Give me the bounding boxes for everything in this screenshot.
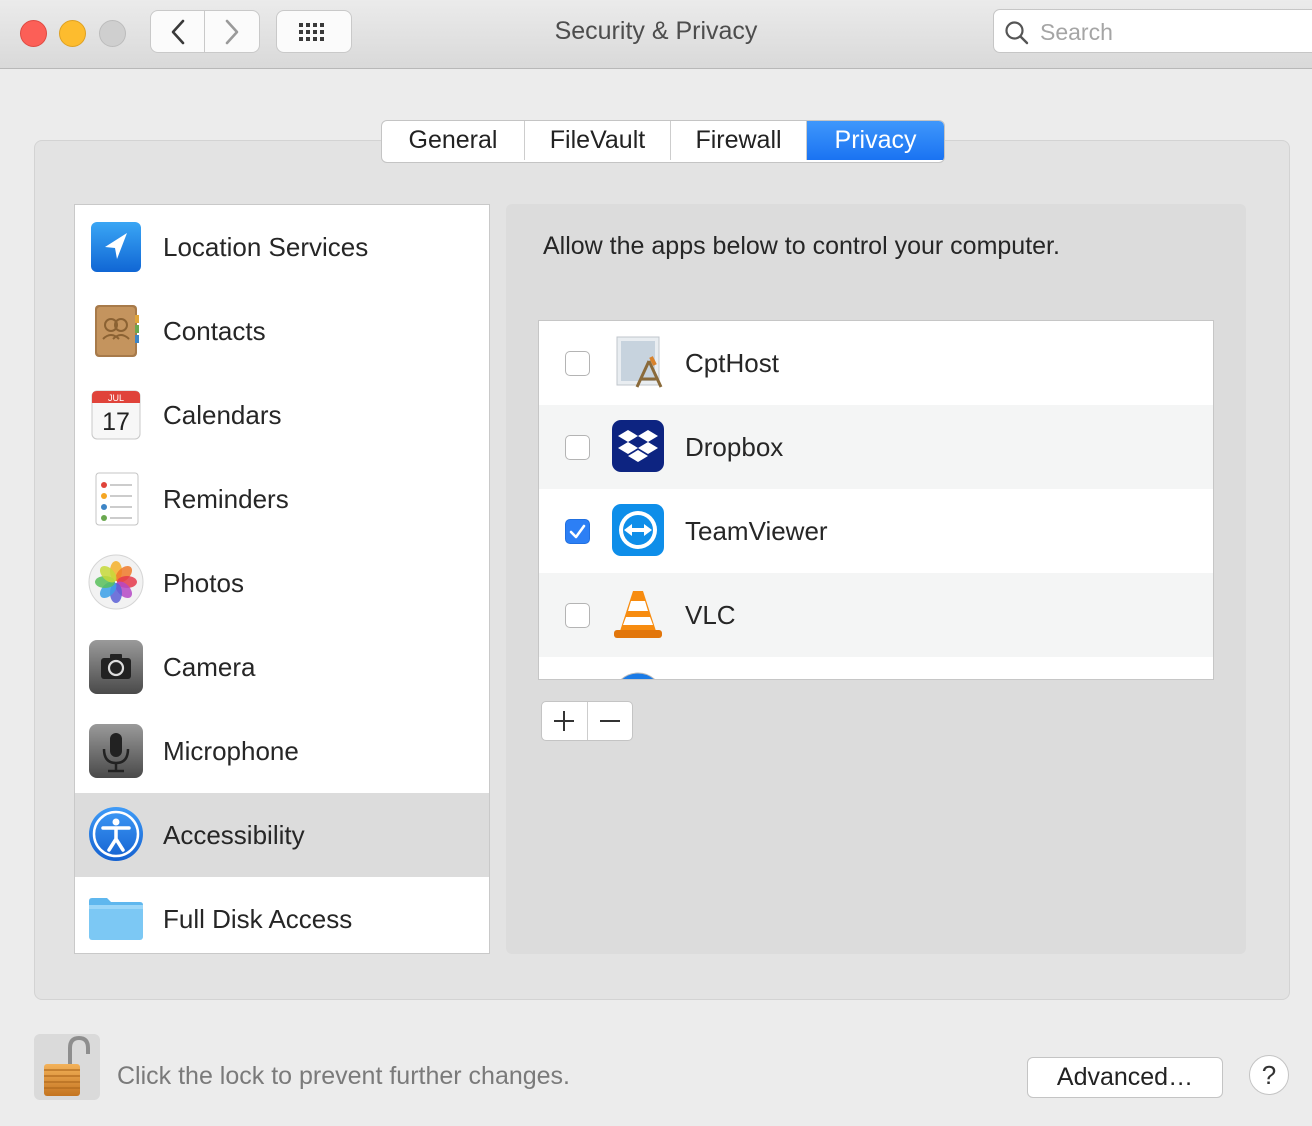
sidebar-item-calendars[interactable]: JUL 17 Calendars <box>75 373 489 457</box>
sidebar-item-location-services[interactable]: Location Services <box>75 205 489 289</box>
camera-icon <box>89 640 143 694</box>
app-name: VLC <box>685 600 736 630</box>
privacy-category-list: Location Services Contacts JUL 17 Calend… <box>74 204 490 954</box>
search-input[interactable] <box>1038 16 1302 48</box>
app-name: Dropbox <box>685 432 784 462</box>
sidebar-item-label: Full Disk Access <box>163 903 353 934</box>
sidebar-item-camera[interactable]: Camera <box>75 625 489 709</box>
tab-bar: General FileVault Firewall Privacy <box>381 120 945 163</box>
teamviewer-checkbox[interactable] <box>565 519 590 544</box>
microphone-icon <box>89 724 143 778</box>
calendar-day: 17 <box>102 408 130 436</box>
sidebar-item-contacts[interactable]: Contacts <box>75 289 489 373</box>
app-icon-partial <box>621 672 655 679</box>
lock-button[interactable] <box>34 1034 100 1100</box>
photos-flower-icon <box>88 554 144 610</box>
sidebar-item-label: Reminders <box>163 483 289 514</box>
accessibility-description: Allow the apps below to control your com… <box>543 232 1060 260</box>
sidebar-item-label: Contacts <box>163 315 266 346</box>
sidebar-item-label: Photos <box>163 567 244 598</box>
app-row-vlc[interactable]: VLC <box>539 573 1213 657</box>
help-button[interactable]: ? <box>1249 1055 1289 1095</box>
plus-icon <box>554 711 575 731</box>
sidebar-item-label: Microphone <box>163 735 299 766</box>
teamviewer-icon <box>612 504 664 556</box>
lock-status-text: Click the lock to prevent further change… <box>117 1062 571 1090</box>
cpthost-checkbox[interactable] <box>565 351 590 376</box>
sidebar-item-label: Accessibility <box>163 819 305 850</box>
title-bar: Security & Privacy <box>0 0 1312 69</box>
sidebar-item-label: Calendars <box>163 399 282 430</box>
add-remove-buttons <box>541 701 633 741</box>
calendar-icon: JUL 17 <box>91 390 141 440</box>
checkmark-icon <box>569 524 586 539</box>
app-row-dropbox[interactable]: Dropbox <box>539 405 1213 489</box>
vlc-cone-icon <box>614 591 662 638</box>
advanced-button[interactable]: Advanced… <box>1027 1057 1223 1098</box>
add-app-button[interactable] <box>542 702 588 740</box>
tab-firewall[interactable]: Firewall <box>671 121 807 160</box>
app-name: TeamViewer <box>685 516 828 546</box>
cpthost-app-icon <box>616 336 663 388</box>
app-list: CptHost Dropbox TeamViewer VLC <box>538 320 1214 680</box>
search-field[interactable] <box>993 9 1312 53</box>
dropbox-icon <box>612 420 664 472</box>
minus-icon <box>599 720 620 722</box>
app-row-partial <box>539 657 1213 679</box>
tab-general[interactable]: General <box>382 121 525 160</box>
tab-filevault[interactable]: FileVault <box>525 121 671 160</box>
sidebar-item-full-disk-access[interactable]: Full Disk Access <box>75 877 489 953</box>
vlc-checkbox[interactable] <box>565 603 590 628</box>
sidebar-item-label: Location Services <box>163 231 369 262</box>
sidebar-item-microphone[interactable]: Microphone <box>75 709 489 793</box>
unlocked-padlock-icon <box>44 1035 90 1096</box>
sidebar-item-accessibility[interactable]: Accessibility <box>75 793 489 877</box>
calendar-month: JUL <box>108 393 124 403</box>
sidebar-item-photos[interactable]: Photos <box>75 541 489 625</box>
app-name: CptHost <box>685 348 779 378</box>
sidebar-item-label: Camera <box>163 651 256 682</box>
dropbox-checkbox[interactable] <box>565 435 590 460</box>
app-row-cpthost[interactable]: CptHost <box>539 321 1213 405</box>
accessibility-icon <box>89 807 143 861</box>
folder-icon <box>89 898 143 940</box>
location-arrow-icon <box>91 222 141 272</box>
app-row-teamviewer[interactable]: TeamViewer <box>539 489 1213 573</box>
reminders-list-icon <box>95 472 139 526</box>
sidebar-item-reminders[interactable]: Reminders <box>75 457 489 541</box>
tab-privacy[interactable]: Privacy <box>807 121 944 160</box>
remove-app-button[interactable] <box>588 702 633 740</box>
search-icon <box>1005 21 1029 45</box>
contacts-book-icon <box>95 305 139 357</box>
